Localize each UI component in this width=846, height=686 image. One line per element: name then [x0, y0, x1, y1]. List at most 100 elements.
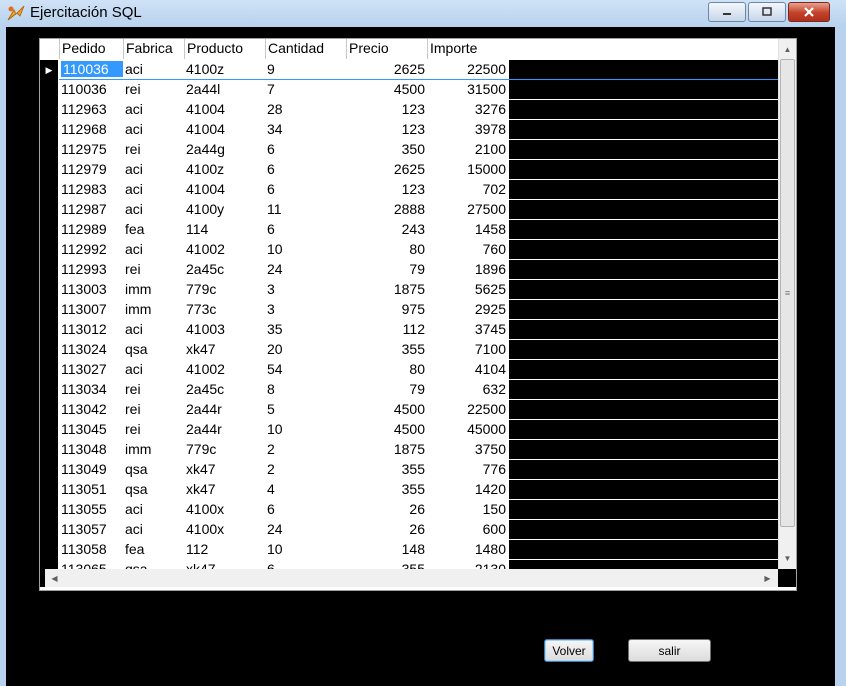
cell-cantidad[interactable]: 4 [265, 480, 346, 499]
cell-importe[interactable]: 3750 [427, 440, 508, 459]
cell-cantidad[interactable]: 54 [265, 360, 346, 379]
table-row[interactable]: 113003 imm 779c 3 1875 5625 [40, 280, 778, 300]
cell-importe[interactable]: 3276 [427, 100, 508, 119]
column-header-producto[interactable]: Producto [184, 39, 265, 59]
row-header[interactable] [40, 340, 59, 360]
table-row[interactable]: 113048 imm 779c 2 1875 3750 [40, 440, 778, 460]
cell-producto[interactable]: 779c [184, 440, 265, 459]
cell-cantidad[interactable]: 6 [265, 560, 346, 569]
cell-cantidad[interactable]: 7 [265, 80, 346, 99]
cell-cantidad[interactable]: 3 [265, 300, 346, 319]
cell-importe[interactable]: 15000 [427, 160, 508, 179]
cell-pedido[interactable]: 112993 [59, 260, 123, 279]
cell-cantidad[interactable]: 6 [265, 140, 346, 159]
cell-precio[interactable]: 148 [346, 540, 427, 559]
cell-pedido[interactable]: 113051 [59, 480, 123, 499]
row-header[interactable] [40, 400, 59, 420]
cell-cantidad[interactable]: 20 [265, 340, 346, 359]
cell-precio[interactable]: 80 [346, 360, 427, 379]
row-header[interactable] [40, 160, 59, 180]
cell-precio[interactable]: 1875 [346, 440, 427, 459]
close-button[interactable] [788, 2, 830, 22]
cell-fabrica[interactable]: aci [123, 500, 184, 519]
cell-pedido[interactable]: 113024 [59, 340, 123, 359]
table-row[interactable]: 113065 qsa xk47 6 355 2130 [40, 560, 778, 569]
cell-pedido[interactable]: 113065 [59, 560, 123, 569]
table-row[interactable]: 112993 rei 2a45c 24 79 1896 [40, 260, 778, 280]
cell-precio[interactable]: 123 [346, 100, 427, 119]
table-row[interactable]: 113057 aci 4100x 24 26 600 [40, 520, 778, 540]
cell-importe[interactable]: 2130 [427, 560, 508, 569]
cell-cantidad[interactable]: 5 [265, 400, 346, 419]
horizontal-scrollbar[interactable]: ◀ ▶ [40, 569, 778, 587]
cell-producto[interactable]: 41004 [184, 180, 265, 199]
row-header[interactable] [40, 260, 59, 280]
cell-precio[interactable]: 26 [346, 520, 427, 539]
cell-fabrica[interactable]: aci [123, 180, 184, 199]
cell-producto[interactable]: xk47 [184, 560, 265, 569]
cell-fabrica[interactable]: aci [123, 200, 184, 219]
cell-importe[interactable]: 3978 [427, 120, 508, 139]
title-bar[interactable]: Ejercitación SQL [0, 0, 846, 26]
row-header[interactable] [40, 100, 59, 120]
scroll-left-icon[interactable]: ◀ [46, 569, 63, 587]
cell-fabrica[interactable]: imm [123, 300, 184, 319]
cell-cantidad[interactable]: 9 [265, 60, 346, 79]
cell-pedido[interactable]: 113012 [59, 320, 123, 339]
column-header-cantidad[interactable]: Cantidad [265, 39, 346, 59]
cell-producto[interactable]: 41003 [184, 320, 265, 339]
cell-fabrica[interactable]: qsa [123, 340, 184, 359]
cell-importe[interactable]: 1420 [427, 480, 508, 499]
cell-importe[interactable]: 632 [427, 380, 508, 399]
cell-pedido[interactable]: 112979 [59, 160, 123, 179]
cell-cantidad[interactable]: 6 [265, 160, 346, 179]
cell-cantidad[interactable]: 10 [265, 240, 346, 259]
cell-fabrica[interactable]: aci [123, 320, 184, 339]
cell-producto[interactable]: xk47 [184, 460, 265, 479]
cell-producto[interactable]: 112 [184, 540, 265, 559]
volver-button[interactable]: Volver [544, 639, 594, 662]
cell-cantidad[interactable]: 10 [265, 540, 346, 559]
cell-producto[interactable]: 2a44r [184, 400, 265, 419]
cell-fabrica[interactable]: qsa [123, 460, 184, 479]
cell-importe[interactable]: 776 [427, 460, 508, 479]
table-row[interactable]: ▶ 110036 aci 4100z 9 2625 22500 [40, 60, 778, 80]
row-header[interactable] [40, 200, 59, 220]
cell-producto[interactable]: xk47 [184, 340, 265, 359]
cell-producto[interactable]: 2a45c [184, 260, 265, 279]
row-header[interactable] [40, 560, 59, 569]
cell-producto[interactable]: 2a44r [184, 420, 265, 439]
cell-pedido[interactable]: 113034 [59, 380, 123, 399]
cell-importe[interactable]: 150 [427, 500, 508, 519]
cell-producto[interactable]: 4100z [184, 60, 265, 79]
column-header-importe[interactable]: Importe [427, 39, 508, 59]
row-header[interactable] [40, 480, 59, 500]
cell-precio[interactable]: 123 [346, 120, 427, 139]
row-header[interactable] [40, 360, 59, 380]
cell-fabrica[interactable]: aci [123, 520, 184, 539]
cell-cantidad[interactable]: 3 [265, 280, 346, 299]
cell-importe[interactable]: 2100 [427, 140, 508, 159]
table-row[interactable]: 113055 aci 4100x 6 26 150 [40, 500, 778, 520]
cell-precio[interactable]: 355 [346, 460, 427, 479]
table-row[interactable]: 112968 aci 41004 34 123 3978 [40, 120, 778, 140]
cell-pedido[interactable]: 113048 [59, 440, 123, 459]
cell-precio[interactable]: 355 [346, 480, 427, 499]
cell-pedido[interactable]: 112975 [59, 140, 123, 159]
cell-precio[interactable]: 80 [346, 240, 427, 259]
table-row[interactable]: 112979 aci 4100z 6 2625 15000 [40, 160, 778, 180]
cell-importe[interactable]: 760 [427, 240, 508, 259]
row-header[interactable] [40, 180, 59, 200]
table-row[interactable]: 113034 rei 2a45c 8 79 632 [40, 380, 778, 400]
cell-fabrica[interactable]: aci [123, 360, 184, 379]
cell-fabrica[interactable]: rei [123, 260, 184, 279]
row-header[interactable] [40, 280, 59, 300]
row-header[interactable] [40, 440, 59, 460]
cell-importe[interactable]: 22500 [427, 400, 508, 419]
table-row[interactable]: 112992 aci 41002 10 80 760 [40, 240, 778, 260]
scroll-right-icon[interactable]: ▶ [759, 569, 776, 587]
cell-importe[interactable]: 45000 [427, 420, 508, 439]
table-row[interactable]: 113051 qsa xk47 4 355 1420 [40, 480, 778, 500]
table-row[interactable]: 113042 rei 2a44r 5 4500 22500 [40, 400, 778, 420]
cell-fabrica[interactable]: imm [123, 280, 184, 299]
